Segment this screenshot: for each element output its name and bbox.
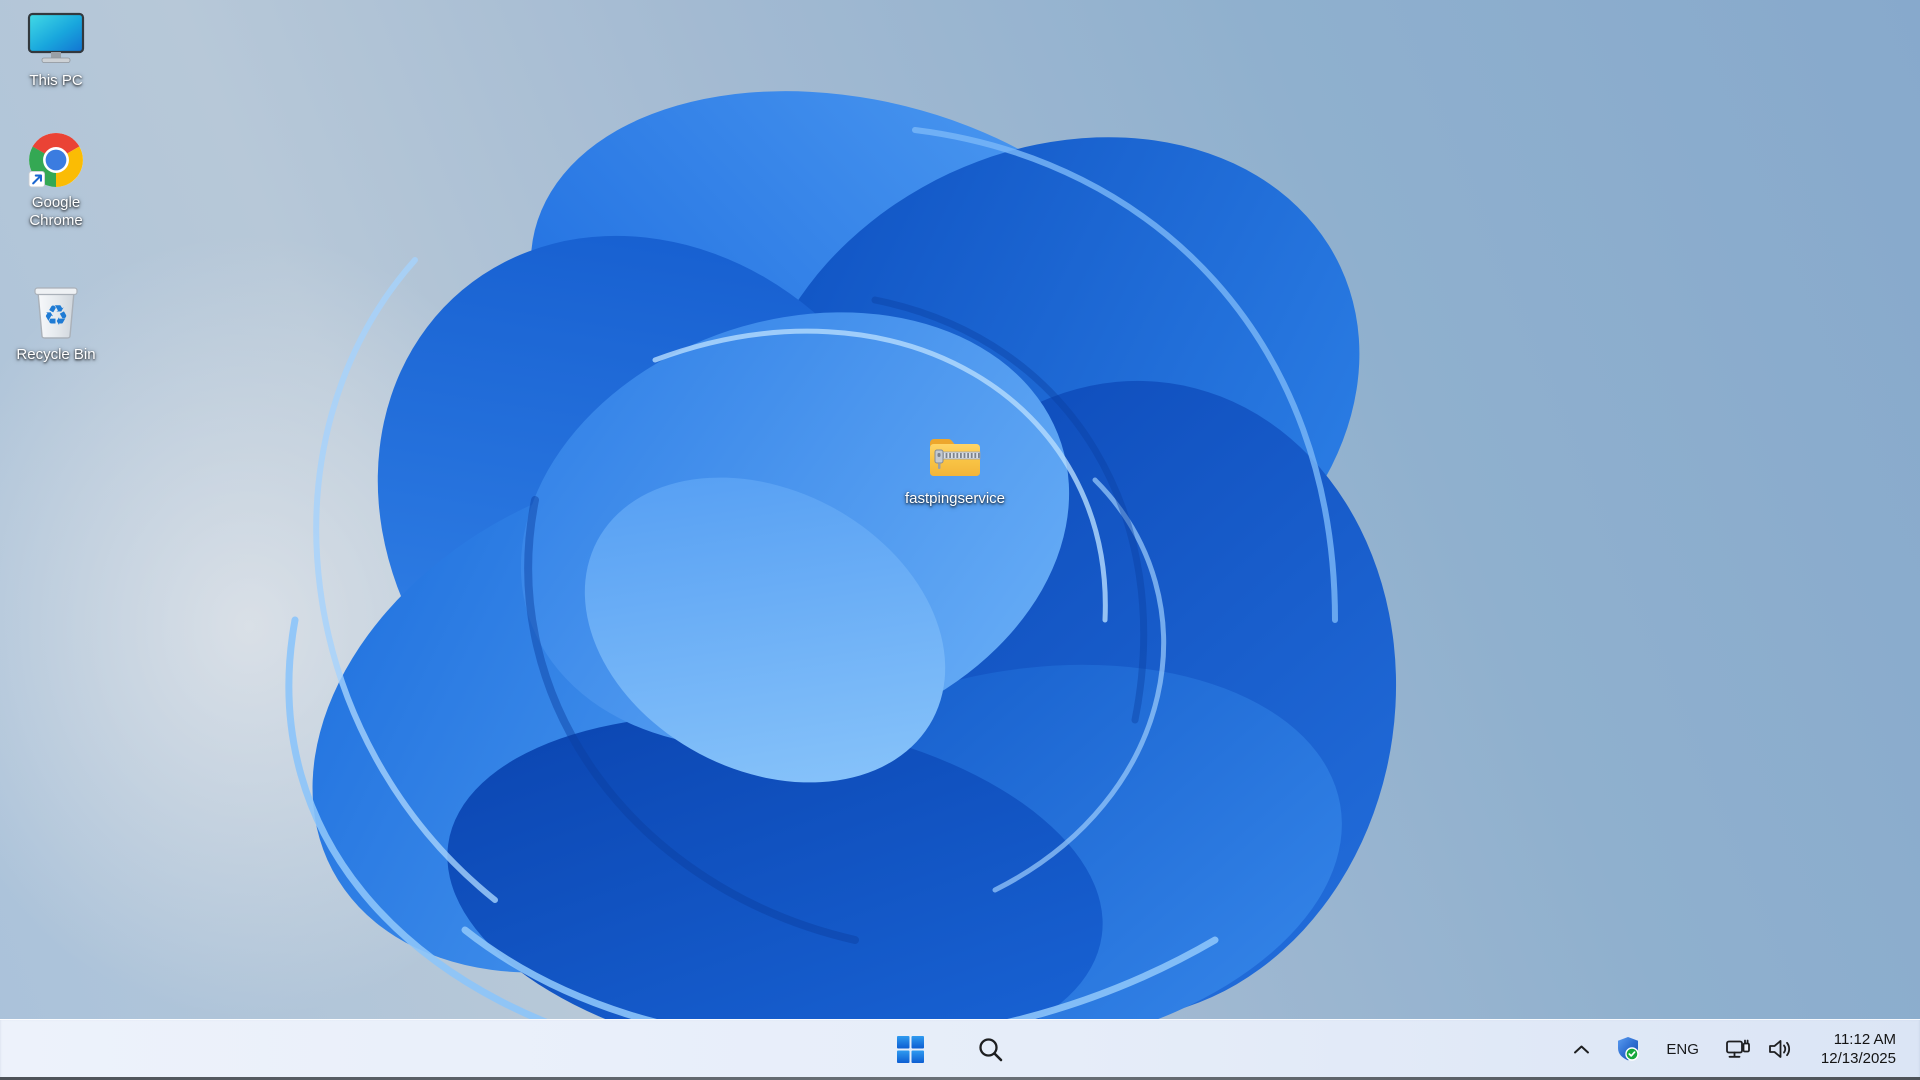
system-tray: ENG 11:12 AM 12/13/2025 bbox=[1566, 1020, 1920, 1078]
windows-security-button[interactable] bbox=[1610, 1029, 1646, 1069]
bloom-wallpaper-art bbox=[285, 91, 1397, 1065]
speaker-volume-icon bbox=[1769, 1040, 1790, 1058]
start-button[interactable] bbox=[890, 1029, 930, 1069]
search-icon bbox=[978, 1037, 1002, 1061]
recycle-bin-icon: ♻ bbox=[31, 284, 81, 340]
clock-time: 11:12 AM bbox=[1833, 1031, 1896, 1048]
language-label: ENG bbox=[1666, 1040, 1699, 1058]
monitor-icon bbox=[27, 10, 85, 66]
shortcut-arrow-badge bbox=[28, 170, 46, 188]
zipped-folder-icon bbox=[926, 428, 984, 484]
desktop-file-fastpingservice[interactable]: fastpingservice bbox=[903, 428, 1007, 508]
windows-logo-icon bbox=[896, 1035, 924, 1063]
windows-desktop: { "wallpaper": { "name": "windows-11-blo… bbox=[0, 0, 1920, 1080]
volume-button[interactable] bbox=[1761, 1029, 1799, 1069]
taskbar: ENG 11:12 AM 12/13/2025 bbox=[0, 1019, 1920, 1080]
chevron-up-icon bbox=[1573, 1045, 1589, 1053]
clock-date: 12/13/2025 bbox=[1820, 1050, 1896, 1067]
desktop-icon-google-chrome[interactable]: Google Chrome bbox=[8, 132, 104, 230]
desktop-icon-this-pc[interactable]: This PC bbox=[8, 10, 104, 90]
desktop-icon-label: This PC bbox=[29, 72, 83, 89]
svg-text:♻: ♻ bbox=[43, 299, 68, 332]
windows-security-shield-icon bbox=[1618, 1037, 1640, 1061]
chrome-icon bbox=[28, 132, 84, 188]
desktop-icon-label: Google Chrome bbox=[29, 194, 83, 229]
network-button[interactable] bbox=[1719, 1029, 1757, 1069]
clock[interactable]: 11:12 AM 12/13/2025 bbox=[1813, 1030, 1904, 1068]
desktop-file-label: fastpingservice bbox=[904, 490, 1006, 507]
language-indicator[interactable]: ENG bbox=[1660, 1029, 1705, 1069]
search-button[interactable] bbox=[970, 1029, 1010, 1069]
tray-overflow-button[interactable] bbox=[1566, 1029, 1596, 1069]
desktop-icon-recycle-bin[interactable]: ♻ Recycle Bin bbox=[8, 284, 104, 364]
ethernet-network-icon bbox=[1726, 1039, 1750, 1058]
desktop-icon-label: Recycle Bin bbox=[16, 346, 96, 363]
